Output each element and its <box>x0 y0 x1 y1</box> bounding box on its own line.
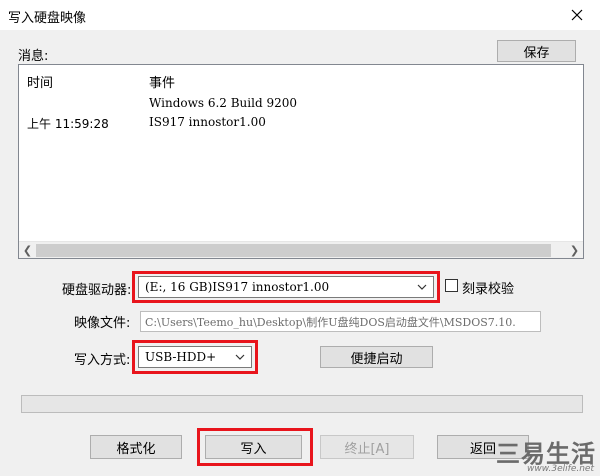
stop-button[interactable]: 终止[A] <box>320 435 414 459</box>
image-file-field[interactable]: C:\Users\Teemo_hu\Desktop\制作U盘纯DOS启动盘文件\… <box>140 311 541 332</box>
chevron-down-icon <box>235 354 245 360</box>
horizontal-scrollbar[interactable]: ❮ ❯ <box>19 241 583 258</box>
watermark-logo: 三易生活 www.3elife.net <box>496 434 596 474</box>
log-event: IS917 innostor1.00 <box>149 115 266 129</box>
write-button[interactable]: 写入 <box>205 435 302 459</box>
scrollbar-thumb[interactable] <box>36 244 551 257</box>
progress-bar <box>21 395 583 413</box>
message-log[interactable]: 时间 事件 Windows 6.2 Build 9200 上午 11:59:28… <box>18 64 584 259</box>
messages-label: 消息: <box>18 49 49 64</box>
window-title: 写入硬盘映像 <box>8 11 87 26</box>
image-file-label: 映像文件: <box>74 316 131 331</box>
drive-select[interactable]: (E:, 16 GB)IS917 innostor1.00 <box>138 276 434 298</box>
dialog-body: 消息: 保存 时间 事件 Windows 6.2 Build 9200 上午 1… <box>0 30 600 476</box>
log-time: 上午 11:59:28 <box>27 117 109 131</box>
close-icon <box>571 9 583 21</box>
drive-selected-value: (E:, 16 GB)IS917 innostor1.00 <box>145 280 330 294</box>
log-event: Windows 6.2 Build 9200 <box>149 96 297 110</box>
drive-label: 硬盘驱动器: <box>62 283 132 298</box>
scroll-left-icon[interactable]: ❮ <box>19 242 36 259</box>
column-header-time[interactable]: 时间 <box>27 72 53 91</box>
close-button[interactable] <box>554 0 600 30</box>
format-button[interactable]: 格式化 <box>90 435 182 459</box>
write-mode-label: 写入方式: <box>74 353 131 368</box>
save-button[interactable]: 保存 <box>497 40 576 62</box>
title-bar: 写入硬盘映像 <box>0 0 600 30</box>
quick-boot-button[interactable]: 便捷启动 <box>320 346 433 368</box>
verify-checkbox[interactable] <box>445 279 458 292</box>
chevron-down-icon <box>417 284 427 290</box>
verify-label: 刻录校验 <box>462 282 515 297</box>
watermark-url: www.3elife.net <box>527 464 594 474</box>
write-mode-select[interactable]: USB-HDD+ <box>138 346 252 368</box>
write-mode-selected-value: USB-HDD+ <box>145 350 217 364</box>
scroll-right-icon[interactable]: ❯ <box>566 242 583 259</box>
column-header-event[interactable]: 事件 <box>149 72 175 91</box>
